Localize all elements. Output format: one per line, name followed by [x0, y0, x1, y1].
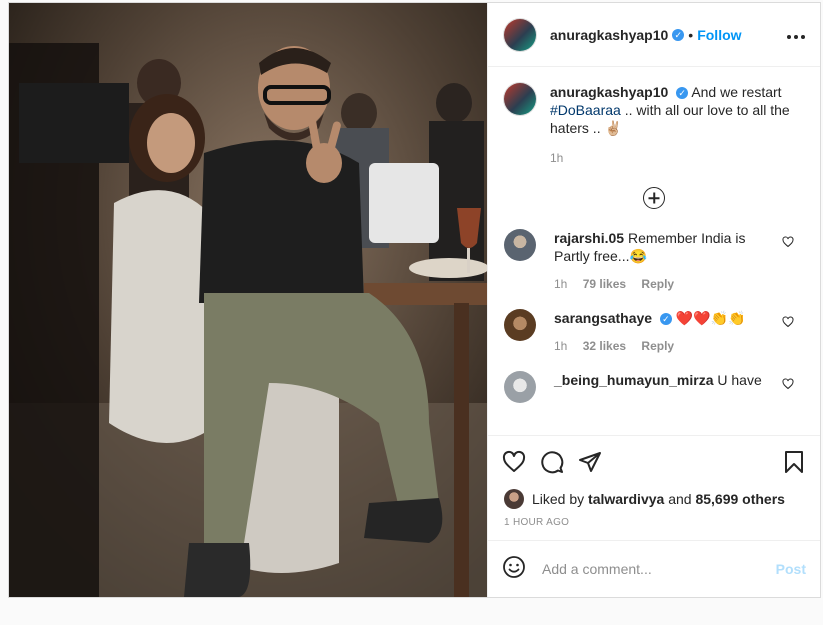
caption-text: anuragkashyap10 ✓ And we restart #DoBaar…: [550, 83, 790, 137]
comment-time[interactable]: 1h: [554, 277, 567, 291]
post-card: anuragkashyap10 ✓ • Follow anuragkashyap…: [8, 2, 821, 598]
action-bar: [488, 435, 820, 487]
likes-summary: Liked by talwardivya and 85,699 others: [488, 487, 820, 511]
comment-username[interactable]: sarangsathaye: [554, 310, 652, 326]
heart-icon[interactable]: [782, 315, 794, 333]
likes-count[interactable]: 85,699 others: [695, 491, 785, 507]
more-options-icon[interactable]: [786, 24, 806, 45]
caption-hashtag[interactable]: #DoBaaraa: [550, 102, 621, 118]
bookmark-icon[interactable]: [782, 450, 806, 474]
comment-item: sarangsathaye ✓ ❤️❤️👏👏 1h 32 likes Reply: [504, 309, 804, 355]
post-image: [9, 3, 487, 597]
caption-avatar[interactable]: [504, 83, 536, 115]
reply-button[interactable]: Reply: [641, 277, 674, 291]
liker-avatar[interactable]: [504, 489, 524, 509]
author-avatar[interactable]: [504, 18, 536, 51]
comment-username[interactable]: _being_humayun_mirza: [554, 372, 714, 388]
author-username[interactable]: anuragkashyap10: [550, 27, 668, 43]
commenter-avatar[interactable]: [504, 309, 536, 341]
caption-username[interactable]: anuragkashyap10: [550, 84, 668, 100]
heart-icon[interactable]: [502, 450, 526, 474]
comment-meta: 1h 32 likes Reply: [554, 337, 764, 355]
caption-time[interactable]: 1h: [550, 151, 804, 165]
commenter-avatar[interactable]: [504, 371, 536, 403]
post-timestamp[interactable]: 1 HOUR AGO: [488, 511, 820, 541]
heart-icon[interactable]: [782, 377, 794, 395]
header-separator: •: [688, 26, 694, 43]
comments-section[interactable]: anuragkashyap10 ✓ And we restart #DoBaar…: [488, 67, 820, 435]
comment-icon[interactable]: [540, 450, 564, 474]
comment-text: ❤️❤️👏👏: [675, 310, 746, 326]
add-comment-bar: Post: [488, 541, 820, 597]
comment-meta: 1h 79 likes Reply: [554, 275, 764, 293]
reply-button[interactable]: Reply: [641, 339, 674, 353]
comment-time[interactable]: 1h: [554, 339, 567, 353]
post-photo[interactable]: [9, 3, 487, 597]
likes-prefix: Liked by: [532, 491, 585, 507]
comment-item: _being_humayun_mirza U have: [504, 371, 804, 403]
plus-circle-icon[interactable]: [643, 187, 665, 209]
comment-text: U have: [717, 372, 762, 388]
emoji-icon[interactable]: [502, 555, 526, 584]
caption: anuragkashyap10 ✓ And we restart #DoBaar…: [504, 83, 804, 137]
liker-username[interactable]: talwardivya: [588, 491, 664, 507]
caption-body-start: And we restart: [691, 84, 782, 100]
post-comment-button[interactable]: Post: [776, 561, 806, 577]
comment-item: rajarshi.05 Remember India is Partly fre…: [504, 229, 804, 293]
follow-button[interactable]: Follow: [697, 27, 741, 43]
likes-middle: and: [668, 491, 692, 507]
verified-badge-icon: ✓: [672, 28, 685, 41]
comment-likes[interactable]: 32 likes: [583, 339, 626, 353]
comment-likes[interactable]: 79 likes: [583, 277, 626, 291]
post-header: anuragkashyap10 ✓ • Follow: [488, 3, 820, 67]
commenter-avatar[interactable]: [504, 229, 536, 261]
share-icon[interactable]: [578, 450, 602, 474]
verified-badge-icon: ✓: [659, 313, 672, 326]
comment-username[interactable]: rajarshi.05: [554, 230, 624, 246]
comment-input[interactable]: [540, 560, 776, 578]
heart-icon[interactable]: [782, 235, 794, 253]
post-sidebar: anuragkashyap10 ✓ • Follow anuragkashyap…: [487, 3, 820, 597]
verified-badge-icon: ✓: [676, 87, 689, 100]
